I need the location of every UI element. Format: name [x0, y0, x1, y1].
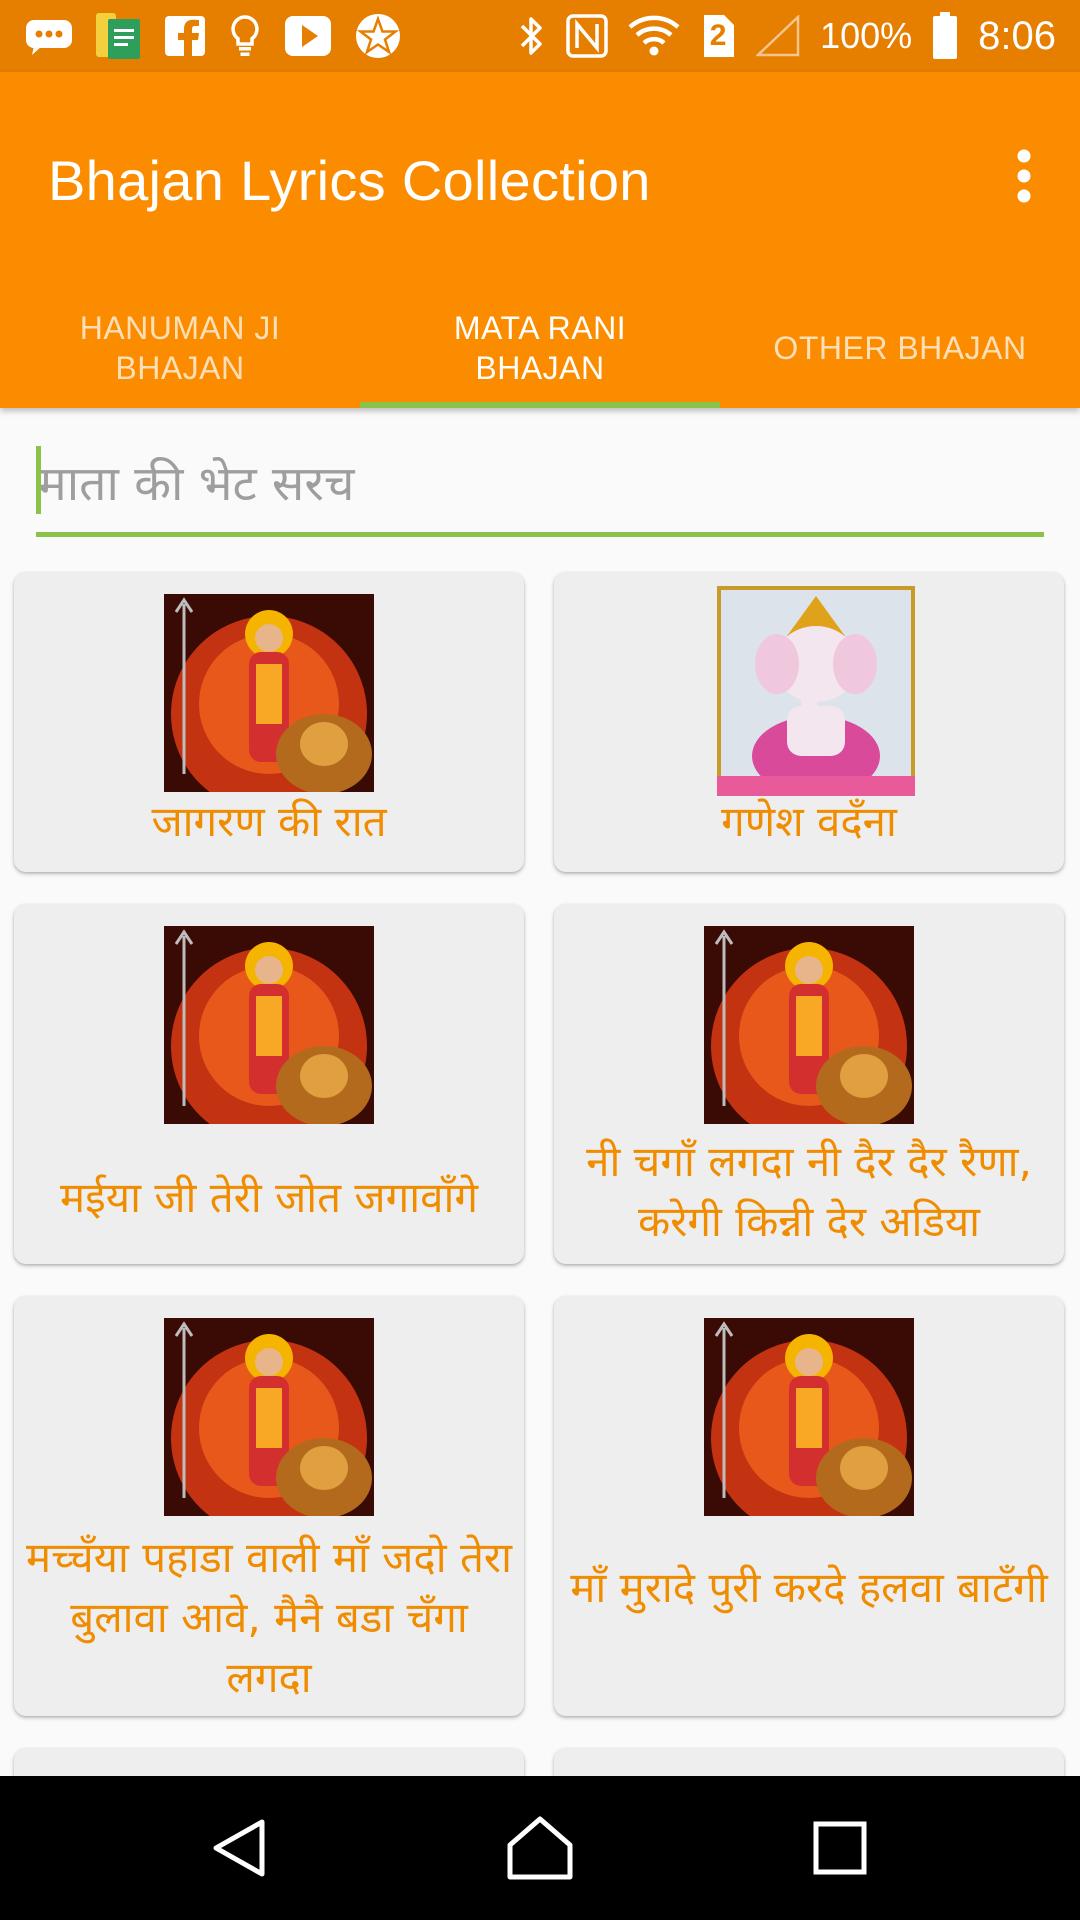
- search-input[interactable]: [36, 438, 1044, 530]
- play-icon: [284, 15, 332, 57]
- sim-badge-icon: 2: [700, 13, 736, 59]
- durga-mata-image: [164, 1318, 374, 1516]
- tab-bar: HANUMAN JI BHAJAN MATA RANI BHAJAN OTHER…: [0, 288, 1080, 408]
- text-cursor: [36, 446, 41, 514]
- tab-mata-rani-bhajan[interactable]: MATA RANI BHAJAN: [360, 288, 720, 408]
- bhajan-card[interactable]: मच्चँया पहाडा वाली माँ जदो तेरा बुलावा आ…: [14, 1296, 524, 1716]
- bhajan-card[interactable]: गणेश वदँना: [554, 572, 1064, 872]
- bhajan-title: नी चगाँ लगदा नी दैर दैर रैणा, करेगी किन्…: [586, 1137, 1032, 1246]
- tab-hanuman-ji-bhajan[interactable]: HANUMAN JI BHAJAN: [0, 288, 360, 408]
- pentagram-icon: [354, 12, 402, 60]
- chat-bubble-icon: [24, 16, 74, 56]
- durga-mata-image: [164, 594, 374, 792]
- durga-mata-image: [704, 1318, 914, 1516]
- home-button[interactable]: [460, 1776, 620, 1920]
- bhajan-title: मच्चँया पहाडा वाली माँ जदो तेरा बुलावा आ…: [26, 1533, 512, 1702]
- bhajan-title: मईया जी तेरी जोत जगावाँगे: [60, 1173, 478, 1222]
- status-notifications: [24, 10, 402, 62]
- bhajan-card[interactable]: माँ मुरादे पुरी करदे हलवा बाटँगी: [554, 1296, 1064, 1716]
- facebook-icon: [164, 15, 206, 57]
- navigation-bar: [0, 1776, 1080, 1920]
- clock: 8:06: [978, 13, 1056, 58]
- notes-app-icon: [96, 11, 142, 61]
- durga-mata-image: [164, 926, 374, 1124]
- bhajan-card[interactable]: नी चगाँ लगदा नी दैर दैर रैणा, करेगी किन्…: [554, 904, 1064, 1264]
- tab-label-line2: BHAJAN: [475, 350, 605, 386]
- sim-badge-number: 2: [709, 19, 727, 52]
- bhajan-title: माँ मुरादे पुरी करदे हलवा बाटँगी: [570, 1563, 1048, 1612]
- search-field: [36, 438, 1044, 538]
- bhajan-card[interactable]: जागरण की रात: [14, 572, 524, 872]
- tab-other-bhajan[interactable]: OTHER BHAJAN: [720, 288, 1080, 408]
- bhajan-title: गणेश वदँना: [721, 797, 897, 846]
- bhajan-card[interactable]: मईया जी तेरी जोत जगावाँगे: [14, 904, 524, 1264]
- wifi-icon: [628, 15, 680, 57]
- more-vert-icon: [1017, 149, 1031, 203]
- tab-label-line1: HANUMAN JI: [79, 310, 281, 346]
- status-system: 2 100% 8:06: [518, 10, 1056, 62]
- back-button[interactable]: [160, 1776, 320, 1920]
- home-icon: [507, 1816, 573, 1880]
- back-icon: [213, 1819, 265, 1877]
- signal-icon: [756, 15, 800, 57]
- bhajan-title: जागरण की रात: [151, 797, 387, 846]
- ganesh-image: [717, 586, 915, 796]
- app-bar: Bhajan Lyrics Collection HANUMAN JI BHAJ…: [0, 72, 1080, 408]
- battery-icon: [932, 12, 958, 60]
- bulb-icon: [228, 14, 262, 58]
- search-underline: [36, 532, 1044, 537]
- battery-percent: 100%: [820, 15, 913, 56]
- recents-icon: [813, 1821, 867, 1875]
- tab-label-line1: MATA RANI: [453, 310, 627, 346]
- tab-indicator: [360, 402, 720, 408]
- recents-button[interactable]: [760, 1776, 920, 1920]
- durga-mata-image: [704, 926, 914, 1124]
- overflow-menu-button[interactable]: [988, 134, 1060, 218]
- status-bar: 2 100% 8:06: [0, 0, 1080, 72]
- bluetooth-icon: [518, 14, 546, 58]
- tab-label-line1: OTHER BHAJAN: [773, 330, 1027, 366]
- app-title: Bhajan Lyrics Collection: [48, 149, 651, 212]
- nfc-icon: [566, 14, 608, 58]
- screen: 2 100% 8:06 Bhajan Lyrics Collection HAN…: [0, 0, 1080, 1920]
- tab-label-line2: BHAJAN: [115, 350, 245, 386]
